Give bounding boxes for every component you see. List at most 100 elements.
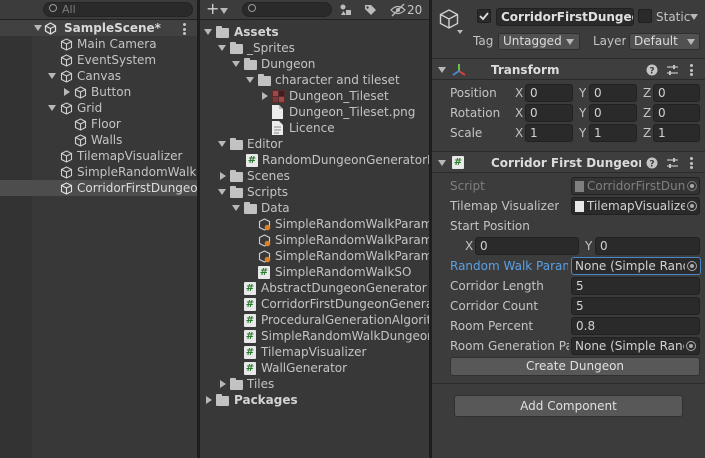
- project-item-scriptableobject-2[interactable]: SimpleRandomWalkParame: [200, 232, 429, 248]
- scale-x-field[interactable]: 1: [525, 124, 573, 142]
- scale-y-field[interactable]: 1: [589, 124, 637, 142]
- position-z-field[interactable]: 0: [653, 84, 700, 102]
- component-menu-icon[interactable]: [690, 157, 693, 169]
- corridor-length-field[interactable]: 5: [571, 277, 700, 295]
- start-position-y-letter[interactable]: Y: [585, 237, 592, 255]
- rotation-z-field[interactable]: 0: [653, 104, 700, 122]
- project-item-abstractdungeongenerator[interactable]: # AbstractDungeonGenerator: [200, 280, 429, 296]
- rotation-x-letter[interactable]: X: [515, 104, 523, 122]
- rotation-y-field[interactable]: 0: [589, 104, 637, 122]
- project-item-proceduralgenerationalgorithms[interactable]: # ProceduralGenerationAlgorith: [200, 312, 429, 328]
- create-dungeon-button[interactable]: Create Dungeon: [450, 357, 700, 376]
- scale-z-field[interactable]: 1: [653, 124, 700, 142]
- project-item-scriptableobject-1[interactable]: SimpleRandomWalkParame: [200, 216, 429, 232]
- rotation-z-letter[interactable]: Z: [643, 104, 651, 122]
- filter-by-type-icon[interactable]: [339, 3, 353, 17]
- layer-dropdown[interactable]: Default: [629, 33, 700, 50]
- project-item-dungeon-tileset-png[interactable]: Dungeon_Tileset.png: [200, 104, 429, 120]
- position-y-field[interactable]: 0: [589, 84, 637, 102]
- position-z-letter[interactable]: Z: [643, 84, 651, 102]
- rotation-x-field[interactable]: 0: [525, 104, 573, 122]
- object-picker-icon[interactable]: [687, 201, 697, 211]
- expand-arrow-icon[interactable]: [206, 396, 212, 404]
- expand-arrow-icon[interactable]: [204, 29, 212, 35]
- hierarchy-item-corridorfirstdungeon[interactable]: CorridorFirstDungeon: [0, 180, 197, 196]
- add-component-button[interactable]: Add Component: [454, 395, 683, 417]
- expand-arrow-icon[interactable]: [218, 45, 226, 51]
- object-picker-icon[interactable]: [687, 261, 697, 271]
- transform-header[interactable]: Transform ?: [432, 58, 705, 80]
- object-name-input[interactable]: CorridorFirstDungeonG: [496, 8, 634, 26]
- expand-arrow-icon[interactable]: [48, 105, 56, 111]
- start-position-x-letter[interactable]: X: [465, 237, 473, 255]
- tag-dropdown[interactable]: Untagged: [498, 33, 580, 50]
- scale-x-letter[interactable]: X: [515, 124, 523, 142]
- active-checkbox[interactable]: [477, 9, 491, 23]
- project-item-sprites[interactable]: _Sprites: [200, 40, 429, 56]
- hierarchy-item-simplerandomwalk[interactable]: SimpleRandomWalkD: [0, 164, 196, 180]
- expand-arrow-icon[interactable]: [218, 189, 226, 195]
- position-x-letter[interactable]: X: [515, 84, 523, 102]
- hierarchy-item-floor[interactable]: Floor: [0, 116, 196, 132]
- project-item-assets[interactable]: Assets: [200, 24, 429, 40]
- hierarchy-item-button[interactable]: Button: [0, 84, 196, 100]
- object-picker-icon[interactable]: [686, 341, 696, 351]
- position-y-letter[interactable]: Y: [579, 84, 586, 102]
- expand-arrow-icon[interactable]: [64, 88, 70, 96]
- scene-menu-icon[interactable]: [183, 23, 186, 35]
- help-icon[interactable]: ?: [646, 64, 658, 76]
- static-dropdown-arrow-icon[interactable]: [690, 14, 698, 20]
- static-checkbox[interactable]: [638, 9, 652, 23]
- room-generation-parameters-field[interactable]: None (Simple Rand: [571, 337, 700, 355]
- start-position-x-field[interactable]: 0: [475, 237, 579, 255]
- presets-sliders-icon[interactable]: [666, 157, 679, 169]
- expand-arrow-icon[interactable]: [232, 61, 240, 67]
- project-item-tilemapvisualizer[interactable]: # TilemapVisualizer: [200, 344, 429, 360]
- collapse-arrow-icon[interactable]: [438, 67, 446, 73]
- project-item-wallgenerator[interactable]: # WallGenerator: [200, 360, 429, 376]
- collapse-arrow-icon[interactable]: [438, 160, 446, 166]
- project-item-tiles[interactable]: Tiles: [200, 376, 429, 392]
- component-menu-icon[interactable]: [690, 64, 693, 76]
- hierarchy-item-walls[interactable]: Walls: [0, 132, 196, 148]
- expand-arrow-icon[interactable]: [246, 77, 254, 83]
- project-item-scenes[interactable]: Scenes: [200, 168, 429, 184]
- scale-y-letter[interactable]: Y: [579, 124, 586, 142]
- project-item-editor[interactable]: Editor: [200, 136, 429, 152]
- scale-z-letter[interactable]: Z: [643, 124, 651, 142]
- expand-arrow-icon[interactable]: [218, 141, 226, 147]
- tilemap-visualizer-field[interactable]: TilemapVisualize: [571, 197, 700, 215]
- create-plus-icon[interactable]: +: [206, 0, 219, 18]
- icon-dropdown-arrow-icon[interactable]: [457, 30, 463, 34]
- project-search-input[interactable]: [242, 2, 332, 17]
- project-item-packages[interactable]: Packages: [200, 392, 429, 408]
- create-dropdown-arrow-icon[interactable]: [220, 8, 228, 14]
- expand-arrow-icon[interactable]: [220, 380, 226, 388]
- expand-arrow-icon[interactable]: [232, 205, 240, 211]
- hierarchy-item-grid[interactable]: Grid: [0, 100, 196, 116]
- room-percent-field[interactable]: 0.8: [571, 317, 700, 335]
- corridor-component-header[interactable]: # Corridor First Dungeon Ge ?: [432, 151, 705, 173]
- collapse-arrow-icon[interactable]: [34, 25, 42, 31]
- project-item-dungeon[interactable]: Dungeon: [200, 56, 429, 72]
- random-walk-parameters-field[interactable]: None (Simple Rand: [571, 257, 701, 275]
- project-item-scripts[interactable]: Scripts: [200, 184, 429, 200]
- rotation-y-letter[interactable]: Y: [579, 104, 586, 122]
- hierarchy-item-tilemapvisualizer[interactable]: TilemapVisualizer: [0, 148, 196, 164]
- project-item-scriptableobject-3[interactable]: SimpleRandomWalkParame: [200, 248, 429, 264]
- project-item-simplerandomwalkdungeongenerator[interactable]: # SimpleRandomWalkDungeonG: [200, 328, 429, 344]
- project-item-character-and-tileset[interactable]: character and tileset: [200, 72, 429, 88]
- project-item-dungeon-tileset[interactable]: Dungeon_Tileset: [200, 88, 429, 104]
- project-item-licence[interactable]: Licence: [200, 120, 429, 136]
- help-icon[interactable]: ?: [646, 157, 658, 169]
- hierarchy-item-canvas[interactable]: Canvas: [0, 68, 196, 84]
- project-item-data[interactable]: Data: [200, 200, 429, 216]
- hierarchy-item-main-camera[interactable]: Main Camera: [0, 36, 196, 52]
- filter-by-label-icon[interactable]: [363, 3, 377, 17]
- project-item-corridorfirstdungeongenerator[interactable]: # CorridorFirstDungeonGenerato: [200, 296, 429, 312]
- start-position-y-field[interactable]: 0: [595, 237, 700, 255]
- scene-row[interactable]: SampleScene*: [0, 20, 197, 36]
- expand-arrow-icon[interactable]: [262, 92, 268, 100]
- hierarchy-search-input[interactable]: All: [43, 2, 193, 17]
- hierarchy-item-eventsystem[interactable]: EventSystem: [0, 52, 196, 68]
